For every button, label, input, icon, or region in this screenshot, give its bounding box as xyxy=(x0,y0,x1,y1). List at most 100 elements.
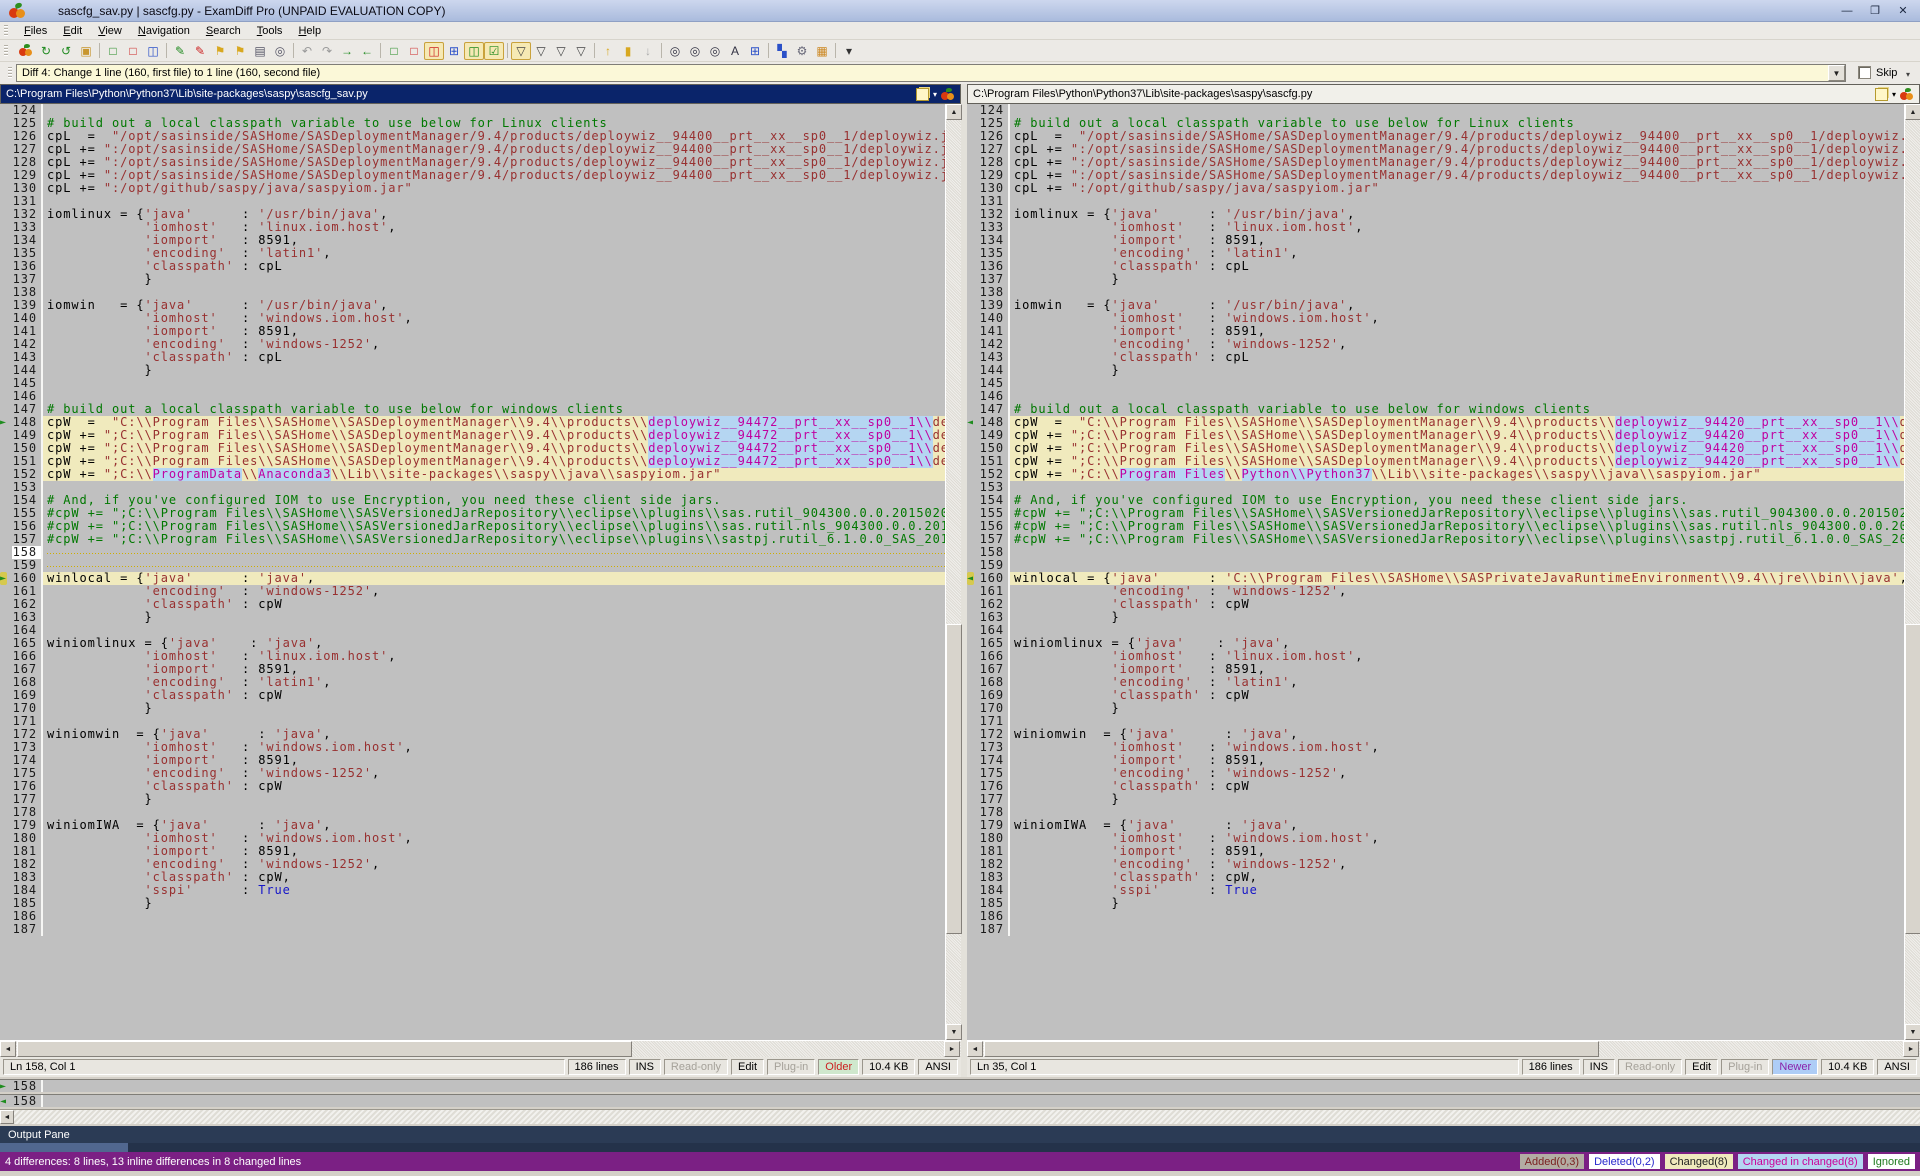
menu-item-tools[interactable]: Tools xyxy=(249,24,291,38)
right-horizontal-scrollbar[interactable]: ◄ ► xyxy=(967,1040,1920,1057)
code-line[interactable]: 150cpW += ";C:\\Program Files\\SASHome\\… xyxy=(967,442,1904,455)
code-line[interactable]: 179winiomIWA = {'java' : 'java', xyxy=(0,819,945,832)
code-line[interactable]: 161 'encoding' : 'windows-1252', xyxy=(0,585,945,598)
status-cell-read-only-toggle[interactable]: Read-only xyxy=(664,1059,728,1075)
code-line[interactable]: 141 'iomport' : 8591, xyxy=(0,325,945,338)
code-line[interactable]: 154# And, if you've configured IOM to us… xyxy=(967,494,1904,507)
filter-all-icon[interactable]: ▽ xyxy=(511,42,531,60)
code-line[interactable]: 168 'encoding' : 'latin1', xyxy=(0,676,945,689)
code-line[interactable]: 183 'classpath' : cpW, xyxy=(967,871,1904,884)
scroll-up-icon[interactable]: ▲ xyxy=(946,104,962,120)
diff-selector-combo[interactable]: Diff 4: Change 1 line (160, first file) … xyxy=(16,64,1846,82)
code-line[interactable]: 135 'encoding' : 'latin1', xyxy=(967,247,1904,260)
code-line[interactable]: 185 } xyxy=(967,897,1904,910)
show-second-file-icon[interactable]: □ xyxy=(123,42,143,60)
code-line[interactable]: 153 xyxy=(0,481,945,494)
code-line[interactable]: 157#cpW += ";C:\\Program Files\\SASHome\… xyxy=(967,533,1904,546)
code-line[interactable]: 181 'iomport' : 8591, xyxy=(0,845,945,858)
examdiff-icon[interactable] xyxy=(941,88,955,101)
code-line[interactable]: 155#cpW += ";C:\\Program Files\\SASHome\… xyxy=(967,507,1904,520)
code-line[interactable]: 176 'classpath' : cpW xyxy=(0,780,945,793)
code-line[interactable]: 175 'encoding' : 'windows-1252', xyxy=(967,767,1904,780)
close-button[interactable]: ✕ xyxy=(1890,3,1916,19)
skip-checkbox[interactable] xyxy=(1858,66,1871,79)
code-line[interactable]: 174 'iomport' : 8591, xyxy=(0,754,945,767)
status-cell-insert-mode[interactable]: INS xyxy=(629,1059,661,1075)
code-line[interactable]: 156#cpW += ";C:\\Program Files\\SASHome\… xyxy=(0,520,945,533)
code-line[interactable]: 163 } xyxy=(0,611,945,624)
left-vertical-scrollbar[interactable]: ▲ ▼ xyxy=(945,104,961,1040)
print-icon[interactable]: ▤ xyxy=(250,42,270,60)
code-line[interactable]: 138 xyxy=(967,286,1904,299)
code-line[interactable]: 181 'iomport' : 8591, xyxy=(967,845,1904,858)
code-line[interactable]: 137 } xyxy=(967,273,1904,286)
code-line[interactable]: 133 'iomhost' : 'linux.iom.host', xyxy=(967,221,1904,234)
code-line[interactable]: 158 xyxy=(967,546,1904,559)
output-pane-tab[interactable] xyxy=(0,1143,128,1152)
status-cell-plugin-toggle[interactable]: Plug-in xyxy=(767,1059,815,1075)
code-line[interactable]: 175 'encoding' : 'windows-1252', xyxy=(0,767,945,780)
code-line[interactable]: 167 'iomport' : 8591, xyxy=(967,663,1904,676)
code-line[interactable]: 156#cpW += ";C:\\Program Files\\SASHome\… xyxy=(967,520,1904,533)
status-cell-plugin-toggle[interactable]: Plug-in xyxy=(1721,1059,1769,1075)
code-line[interactable]: 166 'iomhost' : 'linux.iom.host', xyxy=(0,650,945,663)
code-line[interactable]: 182 'encoding' : 'windows-1252', xyxy=(967,858,1904,871)
code-line[interactable]: 182 'encoding' : 'windows-1252', xyxy=(0,858,945,871)
minimize-button[interactable]: — xyxy=(1834,3,1860,19)
code-line[interactable]: 137 } xyxy=(0,273,945,286)
copy-block-left-icon[interactable]: ← xyxy=(357,42,377,60)
code-line[interactable]: 155#cpW += ";C:\\Program Files\\SASHome\… xyxy=(0,507,945,520)
redo-icon[interactable]: ↷ xyxy=(317,42,337,60)
overflow-chevron-icon[interactable]: ▾ xyxy=(1906,70,1910,79)
menu-item-edit[interactable]: Edit xyxy=(55,24,90,38)
code-line[interactable]: 151cpW += ";C:\\Program Files\\SASHome\\… xyxy=(967,455,1904,468)
save-second-file-icon[interactable]: ⚑ xyxy=(230,42,250,60)
edit-second-file-icon[interactable]: ✎ xyxy=(190,42,210,60)
copy-path-icon[interactable] xyxy=(916,88,929,101)
maximize-button[interactable]: ❐ xyxy=(1862,3,1888,19)
code-line[interactable]: 124 xyxy=(967,104,1904,117)
code-line[interactable]: 125# build out a local classpath variabl… xyxy=(0,117,945,130)
code-line[interactable]: 173 'iomhost' : 'windows.iom.host', xyxy=(0,741,945,754)
synchronize-scroll-icon[interactable]: ◫ xyxy=(464,42,484,60)
code-line[interactable]: 184 'sspi' : True xyxy=(967,884,1904,897)
code-line[interactable]: 136 'classpath' : cpL xyxy=(0,260,945,273)
code-line[interactable]: 183 'classpath' : cpW, xyxy=(0,871,945,884)
recompare-icon[interactable]: ↻ xyxy=(36,42,56,60)
code-line[interactable]: 139iomwin = {'java' : '/usr/bin/java', xyxy=(967,299,1904,312)
copy-path-icon[interactable] xyxy=(1875,88,1888,101)
scroll-left-icon[interactable]: ◄ xyxy=(967,1041,983,1057)
code-line[interactable]: 186 xyxy=(0,910,945,923)
code-line[interactable]: 144 } xyxy=(967,364,1904,377)
menu-item-files[interactable]: Files xyxy=(16,24,55,38)
right-code-pane[interactable]: 124125# build out a local classpath vari… xyxy=(967,104,1904,1040)
view-deleted-lines-icon[interactable]: □ xyxy=(404,42,424,60)
code-line[interactable]: 187 xyxy=(0,923,945,936)
examdiff-icon[interactable] xyxy=(1900,88,1914,101)
code-line[interactable]: 164 xyxy=(967,624,1904,637)
right-vertical-scrollbar[interactable]: ▲ ▼ xyxy=(1904,104,1920,1040)
code-line[interactable]: 186 xyxy=(967,910,1904,923)
code-line[interactable]: 125# build out a local classpath variabl… xyxy=(967,117,1904,130)
scrollbar-thumb[interactable] xyxy=(984,1041,1599,1057)
scrollbar-thumb[interactable] xyxy=(17,1041,632,1057)
filter-changed-icon[interactable]: ▽ xyxy=(571,42,591,60)
scroll-left-icon[interactable]: ◄ xyxy=(0,1041,16,1057)
next-diff-icon[interactable]: ↓ xyxy=(638,42,658,60)
code-line[interactable]: 151cpW += ";C:\\Program Files\\SASHome\\… xyxy=(0,455,945,468)
code-line[interactable]: 169 'classpath' : cpW xyxy=(0,689,945,702)
code-line[interactable]: 140 'iomhost' : 'windows.iom.host', xyxy=(967,312,1904,325)
status-cell-edit-toggle[interactable]: Edit xyxy=(731,1059,764,1075)
status-cell-insert-mode[interactable]: INS xyxy=(1583,1059,1615,1075)
code-line[interactable]: ►148cpW = "C:\\Program Files\\SASHome\\S… xyxy=(0,416,945,429)
code-line[interactable]: 143 'classpath' : cpL xyxy=(0,351,945,364)
code-line[interactable]: 134 'iomport' : 8591, xyxy=(967,234,1904,247)
code-line[interactable]: 146 xyxy=(967,390,1904,403)
sort-icon[interactable]: A xyxy=(725,42,745,60)
scroll-right-icon[interactable]: ► xyxy=(1903,1041,1919,1057)
menu-item-view[interactable]: View xyxy=(90,24,130,38)
code-line[interactable]: ►160winlocal = {'java' : 'java', xyxy=(0,572,945,585)
code-line[interactable]: 176 'classpath' : cpW xyxy=(967,780,1904,793)
code-line[interactable]: 179winiomIWA = {'java' : 'java', xyxy=(967,819,1904,832)
scroll-right-icon[interactable]: ► xyxy=(944,1041,960,1057)
